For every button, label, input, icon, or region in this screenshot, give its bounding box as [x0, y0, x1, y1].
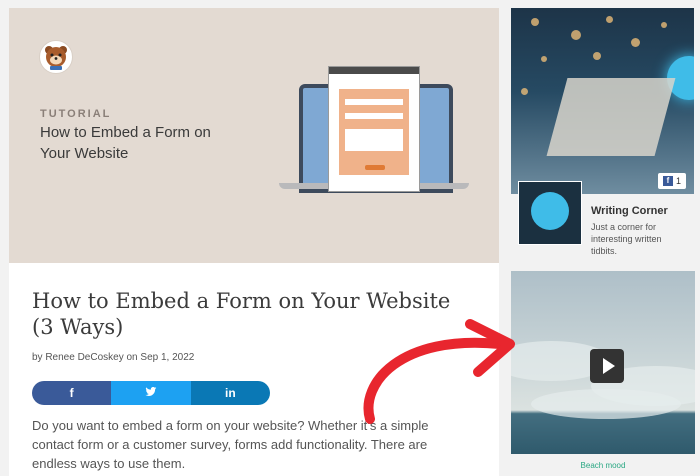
play-icon [602, 358, 615, 374]
like-count: 1 [675, 176, 681, 186]
cloud [531, 389, 681, 419]
share-linkedin-button[interactable]: in [190, 381, 270, 405]
bokeh-light [661, 22, 667, 28]
form-card [339, 89, 409, 175]
form-submit [365, 165, 385, 170]
bokeh-light [531, 18, 539, 26]
post-excerpt: Do you want to embed a form on your webs… [32, 418, 429, 471]
form-textarea [345, 129, 403, 151]
video-caption: Beach mood [580, 461, 626, 470]
play-button[interactable] [590, 349, 624, 383]
form-field [345, 113, 403, 119]
open-book [546, 78, 676, 156]
sidebar-group-cover[interactable] [511, 8, 694, 194]
facebook-icon: f [662, 176, 673, 186]
hero-image[interactable]: TUTORIAL How to Embed a Form on Your Web… [9, 8, 499, 263]
bear-mascot-icon [39, 40, 73, 74]
red-arrow [363, 319, 515, 424]
bokeh-light [571, 30, 581, 40]
linkedin-icon: in [224, 386, 236, 400]
bokeh-light [631, 38, 640, 47]
hero-eyebrow: TUTORIAL [40, 108, 112, 120]
share-facebook-button[interactable]: f [32, 381, 112, 405]
bokeh-light [606, 16, 613, 23]
group-thumbnail[interactable] [518, 181, 582, 245]
group-description: Just a corner for interesting written ti… [591, 222, 662, 256]
glowing-globe [531, 192, 569, 230]
hero-title: How to Embed a Form on Your Website [40, 124, 211, 162]
group-name[interactable]: Writing Corner [591, 205, 668, 217]
share-twitter-button[interactable] [111, 381, 191, 405]
form-window-bar [329, 67, 419, 74]
bokeh-light [521, 88, 528, 95]
bokeh-light [541, 56, 547, 62]
facebook-icon: f [69, 386, 74, 400]
post-byline: by Renee DeCoskey on Sep 1, 2022 [32, 352, 195, 363]
facebook-like-badge[interactable]: f 1 [658, 173, 686, 189]
form-illustration [328, 66, 420, 192]
twitter-icon [145, 386, 157, 400]
form-field [345, 99, 403, 105]
share-bar: f in [32, 381, 270, 405]
bokeh-light [593, 52, 601, 60]
